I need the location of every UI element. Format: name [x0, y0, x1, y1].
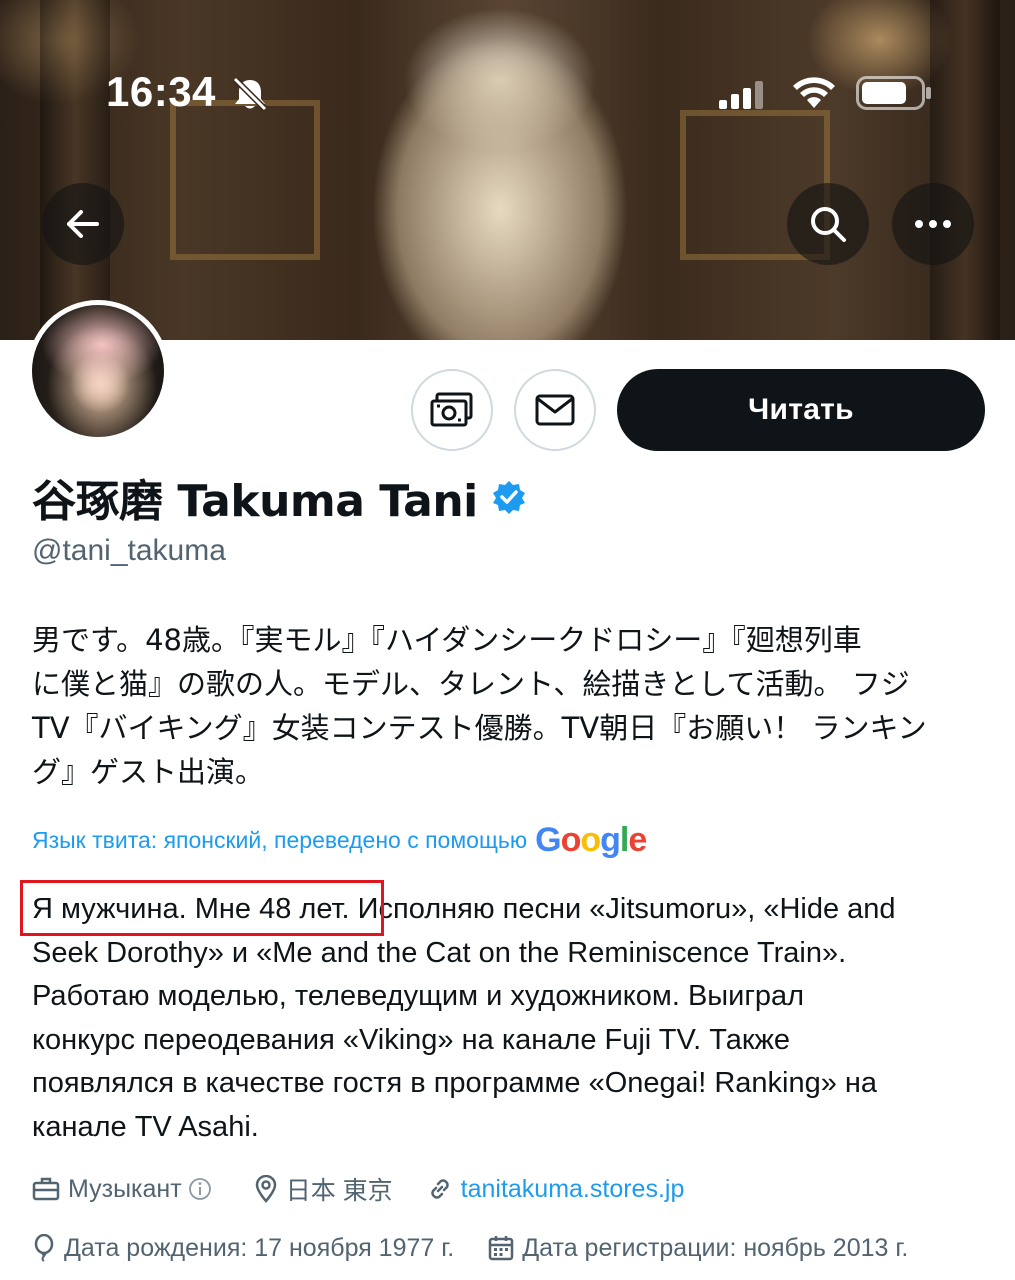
bio-line: グ』ゲスト出演。	[32, 755, 265, 789]
message-button[interactable]	[514, 369, 596, 451]
bio-line: TV『バイキング』女装コンテスト優勝。TV朝日『お願い！ ランキン	[32, 711, 927, 745]
bio-line: に僕と猫』の歌の人。モデル、タレント、絵描きとして活動。 フジ	[32, 667, 910, 701]
briefcase-icon	[32, 1177, 60, 1201]
more-horizontal-icon	[915, 220, 951, 228]
meta-website[interactable]: tanitakuma.stores.jp	[427, 1175, 685, 1204]
profile-meta-row: Музыкант 日本 東京 tanitakuma.stores.jp	[32, 1169, 718, 1209]
search-icon	[811, 207, 846, 242]
website-link[interactable]: tanitakuma.stores.jp	[461, 1175, 685, 1204]
google-logo: Google	[535, 820, 647, 859]
more-button[interactable]	[892, 183, 974, 265]
meta-location: 日本 東京	[254, 1171, 393, 1207]
back-button[interactable]	[42, 183, 124, 265]
bio-text: Исполняю песни «Jitsumoru», «Hide and	[349, 893, 896, 925]
bio-translated-line: появлялся в качестве гостя в программе «…	[32, 1067, 878, 1099]
bio-translated-line: Seek Dorothy» и «Me and the Cat on the R…	[32, 936, 847, 969]
bio-translated-line: Работаю моделью, телеведущим и художнико…	[32, 980, 805, 1012]
money-icon	[430, 392, 473, 427]
wifi-icon	[793, 77, 835, 108]
bio-translated-line: конкурс переодевания «Viking» на канале …	[32, 1023, 791, 1056]
meta-category[interactable]: Музыкант	[32, 1175, 220, 1204]
info-icon[interactable]	[188, 1177, 212, 1201]
meta-birthday: Дата рождения: 17 ноября 1977 г.	[32, 1234, 454, 1263]
bio-line: 男です。48歳。『実モル』『ハイダンシークドロシー』『廻想列車	[32, 623, 862, 657]
display-name: 谷琢磨 Takuma Tani	[32, 476, 478, 527]
bio-original: 男です。48歳。『実モル』『ハイダンシークドロシー』『廻想列車 に僕と猫』の歌の…	[32, 618, 992, 794]
calendar-icon	[489, 1236, 514, 1261]
translation-note[interactable]: Язык твита: японский, переведено с помощ…	[32, 820, 647, 860]
profile-meta-row: Дата рождения: 17 ноября 1977 г. Дата ре…	[32, 1228, 942, 1268]
location-pin-icon	[255, 1175, 276, 1203]
bell-slash-icon	[232, 76, 268, 112]
avatar[interactable]	[27, 300, 169, 442]
search-button[interactable]	[787, 183, 869, 265]
highlight-annotation-box	[20, 880, 384, 936]
battery-icon	[856, 76, 931, 110]
balloon-icon	[34, 1234, 54, 1262]
meta-location-label: 日本 東京	[285, 1177, 393, 1205]
status-time: 16:34	[106, 68, 216, 115]
status-bar: 16:34	[0, 0, 1015, 120]
tip-button[interactable]	[411, 369, 493, 451]
bio-translated-line: канале TV Asahi.	[32, 1110, 259, 1143]
meta-joined-label: Дата регистрации: ноябрь 2013 г.	[522, 1233, 909, 1262]
envelope-icon	[535, 394, 575, 426]
meta-joined: Дата регистрации: ноябрь 2013 г.	[488, 1234, 908, 1263]
profile-handle: @tani_takuma	[32, 534, 226, 567]
banner-decor	[170, 100, 320, 260]
meta-birthday-label: Дата рождения: 17 ноября 1977 г.	[64, 1233, 455, 1262]
verified-badge-icon[interactable]	[492, 480, 526, 514]
meta-category-label: Музыкант	[68, 1174, 182, 1203]
profile-banner[interactable]: 16:34	[0, 0, 1015, 340]
follow-button[interactable]: Читать	[617, 369, 985, 451]
link-icon	[430, 1179, 449, 1199]
signal-icon	[719, 81, 763, 109]
translation-label[interactable]: Язык твита: японский, переведено с помощ…	[32, 827, 527, 854]
arrow-left-icon	[67, 210, 99, 238]
profile-name-row: 谷琢磨 Takuma Tani	[32, 466, 526, 528]
